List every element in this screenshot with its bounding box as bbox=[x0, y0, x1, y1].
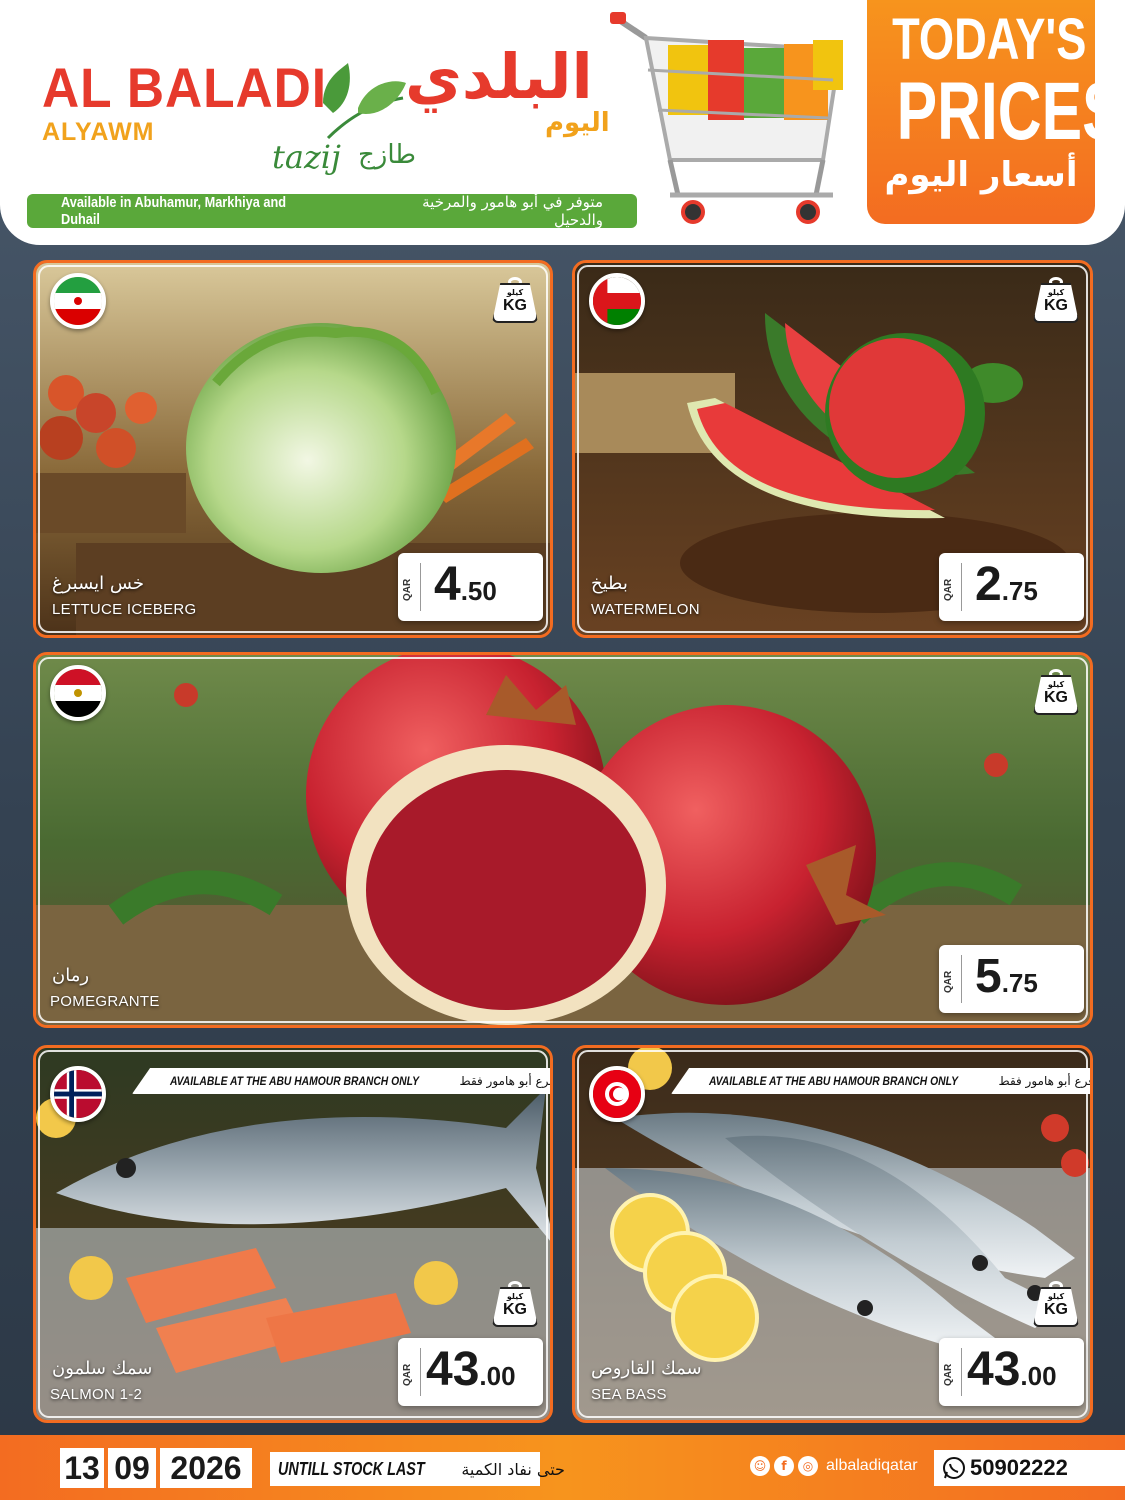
price-tag: QAR 43.00 bbox=[939, 1338, 1084, 1406]
product-name-ar: بطيخ bbox=[591, 573, 628, 594]
whatsapp-contact[interactable]: 50902222 bbox=[934, 1450, 1125, 1486]
leaf-logo-icon bbox=[323, 63, 406, 140]
brand-sub-ar: اليوم bbox=[545, 108, 610, 138]
kg-weight-icon: كيلو KG bbox=[1033, 1281, 1079, 1327]
availability-banner: Available in Abuhamur, Markhiya and Duha… bbox=[27, 193, 637, 229]
kg-weight-icon: كيلو KG bbox=[1033, 669, 1079, 715]
product-card-sea-bass[interactable]: AVAILABLE AT THE ABU HAMOUR BRANCH ONLY … bbox=[572, 1045, 1093, 1423]
date-month: 09 bbox=[108, 1448, 156, 1488]
currency-label: QAR bbox=[402, 578, 413, 601]
product-name-ar: سمك سلمون bbox=[52, 1358, 153, 1379]
whatsapp-icon bbox=[943, 1457, 965, 1479]
branch-availability-banner: AVAILABLE AT THE ABU HAMOUR BRANCH ONLY … bbox=[671, 1068, 1093, 1094]
product-card-pomegranate[interactable]: كيلو KG رمان POMEGRANTE QAR 5.75 bbox=[33, 652, 1093, 1028]
date-day: 13 bbox=[60, 1448, 104, 1488]
egypt-flag-icon bbox=[50, 665, 106, 721]
norway-flag-icon bbox=[50, 1066, 106, 1122]
oman-flag-icon bbox=[589, 273, 645, 329]
product-name-ar: خس ايسبرغ bbox=[52, 573, 144, 594]
product-name-en: LETTUCE ICEBERG bbox=[52, 601, 197, 618]
branch-note-ar: متوفر في فرع أبو هامور فقط bbox=[459, 1074, 550, 1088]
price-value: 2.75 bbox=[975, 558, 1038, 611]
price-tag: QAR 5.75 bbox=[939, 945, 1084, 1013]
branch-note-ar: متوفر في فرع أبو هامور فقط bbox=[998, 1074, 1093, 1088]
pomegranate-image bbox=[36, 655, 1090, 1025]
availability-en: Available in Abuhamur, Markhiya and Duha… bbox=[61, 194, 287, 228]
social-links: ☺ f ◎ albaladiqatar bbox=[750, 1456, 918, 1476]
currency-label: QAR bbox=[943, 578, 954, 601]
price-tag: QAR 43.00 bbox=[398, 1338, 543, 1406]
tunisia-flag-icon bbox=[589, 1066, 645, 1122]
product-card-watermelon[interactable]: كيلو KG بطيخ WATERMELON QAR 2.75 bbox=[572, 260, 1093, 638]
facebook-icon[interactable]: f bbox=[774, 1456, 794, 1476]
product-name-en: SEA BASS bbox=[591, 1386, 667, 1403]
brand-sub-en: ALYAWM bbox=[42, 118, 155, 146]
price-value: 43.00 bbox=[967, 1343, 1057, 1396]
tagline-en: tazij bbox=[272, 138, 341, 176]
product-name-en: WATERMELON bbox=[591, 601, 700, 618]
branch-availability-banner: AVAILABLE AT THE ABU HAMOUR BRANCH ONLY … bbox=[132, 1068, 550, 1094]
branch-note-en: AVAILABLE AT THE ABU HAMOUR BRANCH ONLY bbox=[709, 1074, 959, 1088]
currency-label: QAR bbox=[943, 970, 954, 993]
product-name-en: SALMON 1-2 bbox=[50, 1386, 143, 1403]
snapchat-icon[interactable]: ☺ bbox=[750, 1456, 770, 1476]
price-tag: QAR 4.50 bbox=[398, 553, 543, 621]
currency-label: QAR bbox=[402, 1363, 413, 1386]
shopping-cart-icon bbox=[610, 12, 843, 224]
brand-name-en: AL BALADI bbox=[42, 56, 327, 119]
product-name-ar: رمان bbox=[52, 965, 90, 986]
stock-notice-ar: حتى نفاد الكمية bbox=[461, 1459, 565, 1479]
kg-weight-icon: كيلو KG bbox=[492, 277, 538, 323]
todays-prices-badge: TODAY'S PRICES أسعار اليوم bbox=[863, 0, 1123, 228]
product-card-lettuce[interactable]: كيلو KG خس ايسبرغ LETTUCE ICEBERG QAR 4.5… bbox=[33, 260, 553, 638]
kg-weight-icon: كيلو KG bbox=[1033, 277, 1079, 323]
product-card-salmon[interactable]: AVAILABLE AT THE ABU HAMOUR BRANCH ONLY … bbox=[33, 1045, 553, 1423]
currency-label: QAR bbox=[943, 1363, 954, 1386]
header: AL BALADI ALYAWM البلدي اليوم tazij طازج… bbox=[0, 0, 1125, 245]
price-value: 43.00 bbox=[426, 1343, 516, 1396]
brand-name-ar: البلدي bbox=[405, 40, 593, 113]
tagline-ar: طازج bbox=[358, 140, 416, 170]
instagram-icon[interactable]: ◎ bbox=[798, 1456, 818, 1476]
branch-note-en: AVAILABLE AT THE ABU HAMOUR BRANCH ONLY bbox=[170, 1074, 420, 1088]
product-name-en: POMEGRANTE bbox=[50, 993, 160, 1010]
date-year: 2026 bbox=[160, 1448, 252, 1488]
stock-notice: UNTILL STOCK LAST حتى نفاد الكمية bbox=[270, 1452, 565, 1486]
stock-notice-en: UNTILL STOCK LAST bbox=[278, 1458, 425, 1479]
price-value: 5.75 bbox=[975, 950, 1038, 1003]
social-handle[interactable]: albaladiqatar bbox=[826, 1457, 918, 1475]
phone-number: 50902222 bbox=[970, 1455, 1068, 1480]
today-line-1: TODAY'S bbox=[892, 7, 1087, 72]
product-name-ar: سمك القاروص bbox=[591, 1358, 702, 1379]
today-line-2: PRICES bbox=[896, 66, 1123, 157]
kg-weight-icon: كيلو KG bbox=[492, 1281, 538, 1327]
price-tag: QAR 2.75 bbox=[939, 553, 1084, 621]
price-value: 4.50 bbox=[434, 558, 497, 611]
availability-ar: متوفر في أبو هامور والمرخية والدحيل bbox=[422, 193, 603, 229]
today-line-ar: أسعار اليوم bbox=[884, 155, 1078, 195]
iran-flag-icon bbox=[50, 273, 106, 329]
